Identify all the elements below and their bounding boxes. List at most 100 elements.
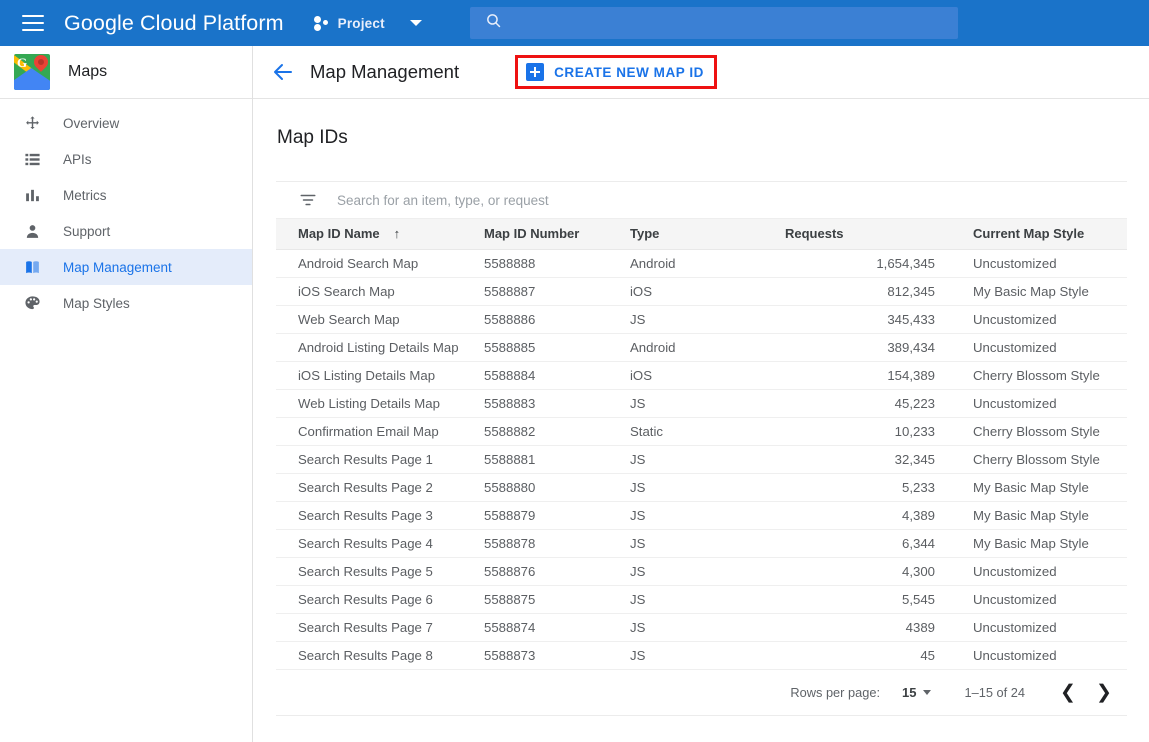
- cell-current-map-style: Uncustomized: [963, 557, 1127, 586]
- cell-map-id-number: 5588876: [484, 557, 630, 586]
- move-arrows-icon: [22, 113, 42, 133]
- sidebar-product-title: Maps: [68, 63, 108, 80]
- chevron-down-icon[interactable]: [409, 20, 422, 26]
- back-arrow-icon[interactable]: [271, 60, 295, 84]
- search-icon: [485, 12, 502, 34]
- sidebar-item-label: Overview: [63, 115, 120, 131]
- cell-current-map-style: Cherry Blossom Style: [963, 445, 1127, 474]
- project-label: Project: [337, 15, 385, 31]
- cell-type: JS: [630, 613, 785, 642]
- cell-current-map-style: Uncustomized: [963, 305, 1127, 334]
- cell-map-id-name: Web Search Map: [276, 305, 484, 334]
- cell-map-id-name: Confirmation Email Map: [276, 417, 484, 446]
- cell-type: iOS: [630, 361, 785, 390]
- cell-map-id-name: iOS Listing Details Map: [276, 361, 484, 390]
- column-header-map-id-name[interactable]: Map ID Name ↑: [276, 219, 484, 250]
- table-row[interactable]: Web Listing Details Map 5588883 JS 45,223 Un…: [276, 389, 1127, 418]
- cell-map-id-name: Search Results Page 5: [276, 557, 484, 586]
- cell-map-id-name: iOS Search Map: [276, 277, 484, 306]
- rows-per-page-select[interactable]: 15: [902, 685, 931, 700]
- sidebar-product-header[interactable]: G Maps: [0, 46, 252, 99]
- cell-type: Android: [630, 333, 785, 362]
- arrow-up-icon[interactable]: ↑: [394, 226, 401, 241]
- table-row[interactable]: Search Results Page 1 5588881 JS 32,345 Cher…: [276, 445, 1127, 474]
- project-dots-icon: [313, 15, 331, 31]
- rows-per-page-label: Rows per page:: [790, 684, 881, 700]
- cell-map-id-name: Search Results Page 4: [276, 529, 484, 558]
- column-header-requests[interactable]: Requests: [785, 219, 963, 250]
- sidebar-item-metrics[interactable]: Metrics: [0, 177, 252, 213]
- column-header-current-map-style[interactable]: Current Map Style: [963, 219, 1127, 250]
- table-row[interactable]: iOS Listing Details Map 5588884 iOS 154,389…: [276, 361, 1127, 390]
- table-row[interactable]: Search Results Page 2 5588880 JS 5,233 My Ba…: [276, 473, 1127, 502]
- column-header-type[interactable]: Type: [630, 219, 785, 250]
- table-row[interactable]: Confirmation Email Map 5588882 Static 10,23…: [276, 417, 1127, 446]
- cell-requests: 4,389: [785, 501, 963, 530]
- list-icon: [22, 149, 42, 169]
- palette-icon: [22, 293, 42, 313]
- cell-type: JS: [630, 305, 785, 334]
- table-row[interactable]: Android Search Map 5588888 Android 1,654,34…: [276, 249, 1127, 278]
- table-body: Android Search Map 5588888 Android 1,654,34…: [276, 249, 1127, 670]
- cell-map-id-name: Web Listing Details Map: [276, 389, 484, 418]
- cell-requests: 1,654,345: [785, 249, 963, 278]
- table-search-row[interactable]: Search for an item, type, or request: [276, 181, 1127, 219]
- cell-map-id-number: 5588879: [484, 501, 630, 530]
- table-search-placeholder: Search for an item, type, or request: [337, 192, 549, 208]
- sidebar-item-label: APIs: [63, 151, 92, 167]
- cell-current-map-style: Uncustomized: [963, 389, 1127, 418]
- section-title: Map IDs: [277, 127, 348, 148]
- create-new-map-id-button[interactable]: CREATE NEW MAP ID: [515, 55, 717, 89]
- person-icon: [22, 221, 42, 241]
- table-row[interactable]: Search Results Page 3 5588879 JS 4,389 My Ba…: [276, 501, 1127, 530]
- table-row[interactable]: Search Results Page 5 5588876 JS 4,300 Uncus…: [276, 557, 1127, 586]
- cell-current-map-style: My Basic Map Style: [963, 529, 1127, 558]
- cell-map-id-number: 5588874: [484, 613, 630, 642]
- cell-map-id-name: Search Results Page 8: [276, 641, 484, 670]
- chevron-right-icon[interactable]: ❯: [1091, 679, 1117, 705]
- sidebar-item-label: Support: [63, 223, 111, 239]
- table-row[interactable]: iOS Search Map 5588887 iOS 812,345 My Basic …: [276, 277, 1127, 306]
- project-selector[interactable]: Project: [313, 15, 422, 31]
- cell-requests: 10,233: [785, 417, 963, 446]
- map-ids-table-card: Search for an item, type, or request Map…: [276, 181, 1127, 716]
- sidebar-item-label: Map Management: [63, 259, 172, 275]
- hamburger-icon[interactable]: [22, 15, 44, 31]
- table-row[interactable]: Search Results Page 8 5588873 JS 45 Uncustom…: [276, 641, 1127, 670]
- cell-current-map-style: Uncustomized: [963, 333, 1127, 362]
- table-row[interactable]: Android Listing Details Map 5588885 Androi…: [276, 333, 1127, 362]
- cell-type: Android: [630, 249, 785, 278]
- cell-map-id-name: Search Results Page 3: [276, 501, 484, 530]
- cell-map-id-name: Search Results Page 6: [276, 585, 484, 614]
- column-header-map-id-number[interactable]: Map ID Number: [484, 219, 630, 250]
- sidebar-item-label: Map Styles: [63, 295, 130, 311]
- sidebar-item-map-management[interactable]: Map Management: [0, 249, 252, 285]
- cell-type: JS: [630, 529, 785, 558]
- cell-map-id-number: 5588875: [484, 585, 630, 614]
- sidebar-item-map-styles[interactable]: Map Styles: [0, 285, 252, 321]
- cell-type: JS: [630, 389, 785, 418]
- sidebar-item-support[interactable]: Support: [0, 213, 252, 249]
- cell-requests: 389,434: [785, 333, 963, 362]
- column-label: Map ID Name: [298, 226, 380, 242]
- cell-map-id-number: 5588881: [484, 445, 630, 474]
- cell-type: JS: [630, 501, 785, 530]
- cell-current-map-style: My Basic Map Style: [963, 277, 1127, 306]
- table-row[interactable]: Web Search Map 5588886 JS 345,433 Uncustomiz…: [276, 305, 1127, 334]
- cell-map-id-number: 5588888: [484, 249, 630, 278]
- global-search-input[interactable]: [470, 7, 958, 39]
- table-row[interactable]: Search Results Page 6 5588875 JS 5,545 Uncus…: [276, 585, 1127, 614]
- sidebar-item-overview[interactable]: Overview: [0, 105, 252, 141]
- table-row[interactable]: Search Results Page 7 5588874 JS 4389 Uncust…: [276, 613, 1127, 642]
- chevron-left-icon[interactable]: ❮: [1055, 679, 1081, 705]
- top-app-bar: Google Cloud Platform Project: [0, 0, 1149, 46]
- cell-type: iOS: [630, 277, 785, 306]
- sidebar-item-apis[interactable]: APIs: [0, 141, 252, 177]
- table-row[interactable]: Search Results Page 4 5588878 JS 6,344 My Ba…: [276, 529, 1127, 558]
- filter-icon[interactable]: [299, 191, 317, 209]
- table-header-row: Map ID Name ↑ Map ID Number Type Requests…: [276, 219, 1127, 250]
- brand-title: Google Cloud Platform: [64, 11, 284, 36]
- cell-type: JS: [630, 641, 785, 670]
- cell-map-id-number: 5588878: [484, 529, 630, 558]
- cell-map-id-number: 5588886: [484, 305, 630, 334]
